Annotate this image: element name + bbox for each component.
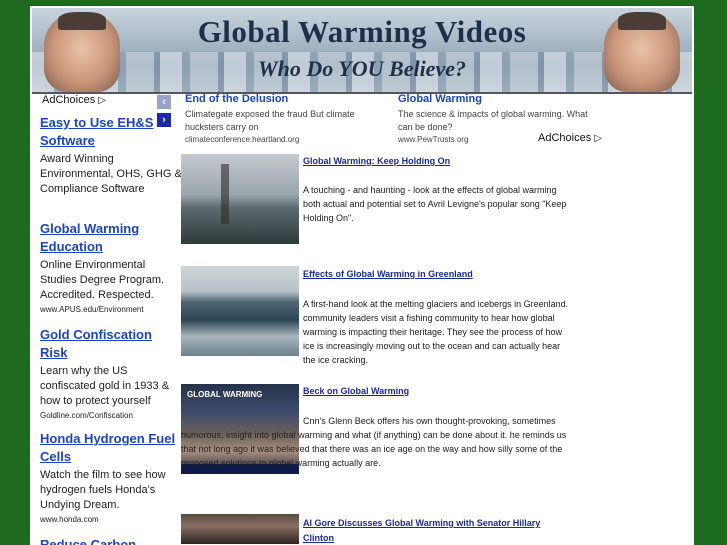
ad-description: The science & impacts of global warming.… (398, 109, 588, 132)
video-item: Global Warming: Keep Holding On A touchi… (181, 154, 569, 254)
top-ad-item[interactable]: End of the Delusion Climategate exposed … (185, 92, 390, 145)
video-description: Cnn's Glenn Beck offers his own thought-… (181, 416, 567, 468)
video-title-link[interactable]: Global Warming: Keep Holding On (303, 155, 450, 168)
ad-item[interactable]: Honda Hydrogen Fuel Cells Watch the film… (40, 430, 182, 525)
video-item: GLOBAL WARMING Beck on Global Warming Cn… (181, 384, 569, 504)
ad-url[interactable]: www.honda.com (40, 514, 182, 525)
video-item: Effects of Global Warming in Greenland A… (181, 266, 569, 378)
video-description: A first-hand look at the melting glacier… (303, 299, 569, 365)
site-title: Global Warming Videos (197, 14, 527, 49)
video-thumbnail[interactable] (181, 154, 299, 244)
header-banner[interactable]: Global Warming Videos Who Do YOU Believe… (32, 8, 692, 94)
ad-item[interactable]: Reduce Carbon (40, 536, 182, 545)
adchoices-label: AdChoices (538, 132, 592, 144)
ad-title[interactable]: Reduce Carbon (40, 536, 182, 545)
ad-item[interactable]: Global Warming Education Online Environm… (40, 220, 182, 315)
ad-title[interactable]: Honda Hydrogen Fuel Cells (40, 430, 182, 466)
ad-description: Learn why the US confiscated gold in 193… (40, 365, 170, 407)
ad-title[interactable]: Gold Confiscation Risk (40, 326, 182, 362)
ad-title[interactable]: Easy to Use EH&S Software (40, 114, 182, 150)
adchoices-icon: ▷ (98, 95, 106, 106)
video-thumbnail[interactable] (181, 266, 299, 356)
adchoices-link[interactable]: AdChoices ▷ (42, 94, 106, 106)
video-title-link[interactable]: Beck on Global Warming (303, 385, 409, 398)
adchoices-icon: ▷ (594, 133, 602, 144)
ad-title[interactable]: End of the Delusion (185, 92, 390, 106)
ad-url[interactable]: climateconference.heartland.org (185, 134, 390, 145)
adchoices-link[interactable]: AdChoices ▷ (538, 132, 602, 144)
ad-description: Award Winning Environmental, OHS, GHG & … (40, 153, 182, 195)
ad-item[interactable]: Gold Confiscation Risk Learn why the US … (40, 326, 182, 421)
video-item: Al Gore Discusses Global Warming with Se… (181, 514, 569, 545)
video-title-link[interactable]: Effects of Global Warming in Greenland (303, 268, 473, 281)
ad-description: Watch the film to see how hydrogen fuels… (40, 469, 166, 511)
site-subtitle: Who Do YOU Believe? (258, 56, 466, 81)
video-description: A touching - and haunting - look at the … (303, 185, 567, 223)
ad-prev-button[interactable]: ‹ (157, 95, 171, 109)
ad-title[interactable]: Global Warming (398, 92, 603, 106)
ad-url[interactable]: www.APUS.edu/Environment (40, 304, 182, 315)
video-thumbnail[interactable] (181, 514, 299, 544)
thumbnail-caption: GLOBAL WARMING (187, 390, 263, 399)
ad-title[interactable]: Global Warming Education (40, 220, 182, 256)
ad-description: Online Environmental Studies Degree Prog… (40, 259, 165, 301)
adchoices-label: AdChoices (42, 94, 96, 106)
ad-url[interactable]: Goldline.com/Confiscation (40, 410, 182, 421)
ad-item[interactable]: Easy to Use EH&S Software Award Winning … (40, 114, 182, 197)
video-title-link[interactable]: Al Gore Discusses Global Warming with Se… (303, 516, 569, 545)
page-container: Global Warming Videos Who Do YOU Believe… (30, 6, 694, 545)
ad-description: Climategate exposed the fraud But climat… (185, 109, 355, 132)
